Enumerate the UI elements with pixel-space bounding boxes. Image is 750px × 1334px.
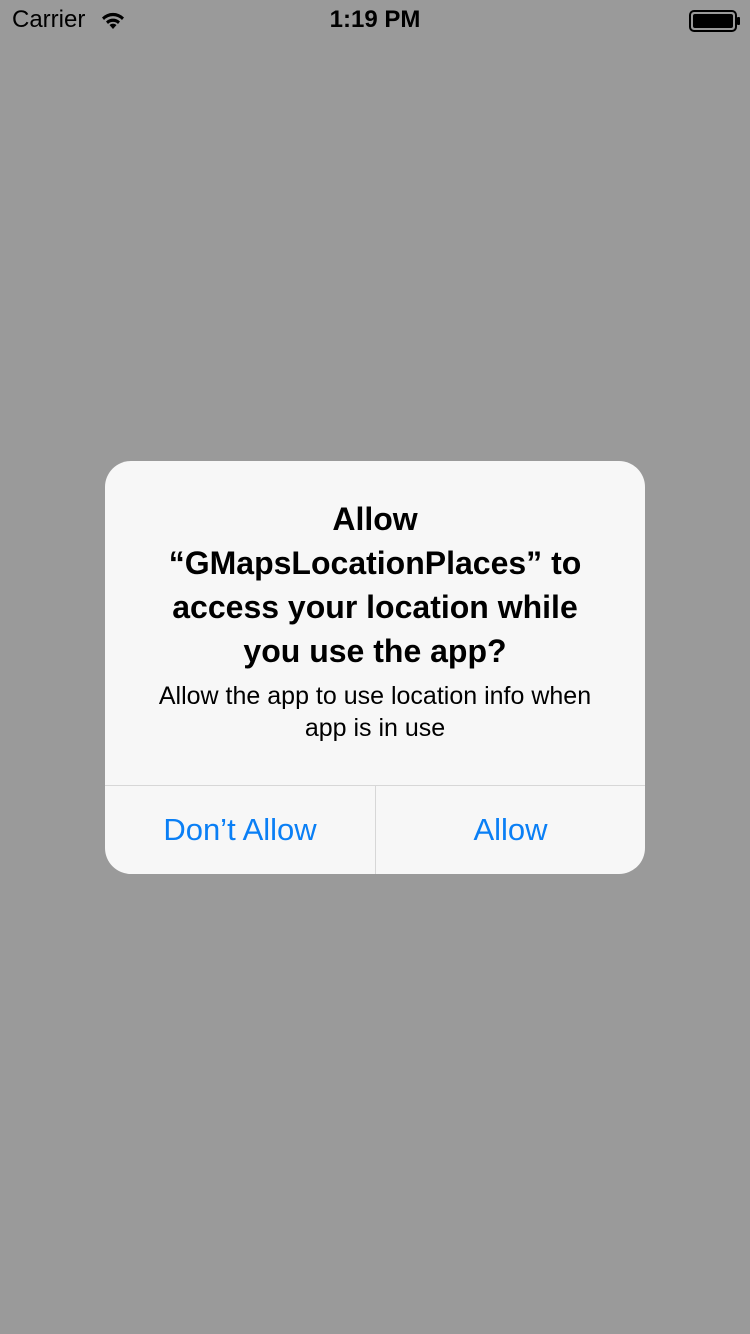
dont-allow-button[interactable]: Don’t Allow — [105, 786, 375, 874]
alert-title-line: access your location while — [172, 589, 578, 625]
alert-title: Allow “GMapsLocationPlaces” to access yo… — [125, 497, 625, 673]
alert-title-line: Allow — [332, 501, 418, 537]
alert-message: Allow the app to use location info when … — [125, 680, 625, 744]
alert-message-line: Allow the app to use location info when — [158, 682, 592, 710]
alert-title-line: “GMapsLocationPlaces” to — [168, 545, 582, 581]
location-permission-alert: Allow “GMapsLocationPlaces” to access yo… — [105, 461, 645, 874]
alert-message-line: app is in use — [304, 714, 446, 742]
battery-icon — [689, 10, 740, 32]
allow-button[interactable]: Allow — [376, 786, 645, 874]
status-bar: Carrier 1:19 PM — [0, 0, 750, 40]
alert-title-line: you use the app? — [243, 633, 507, 669]
clock: 1:19 PM — [329, 6, 421, 33]
